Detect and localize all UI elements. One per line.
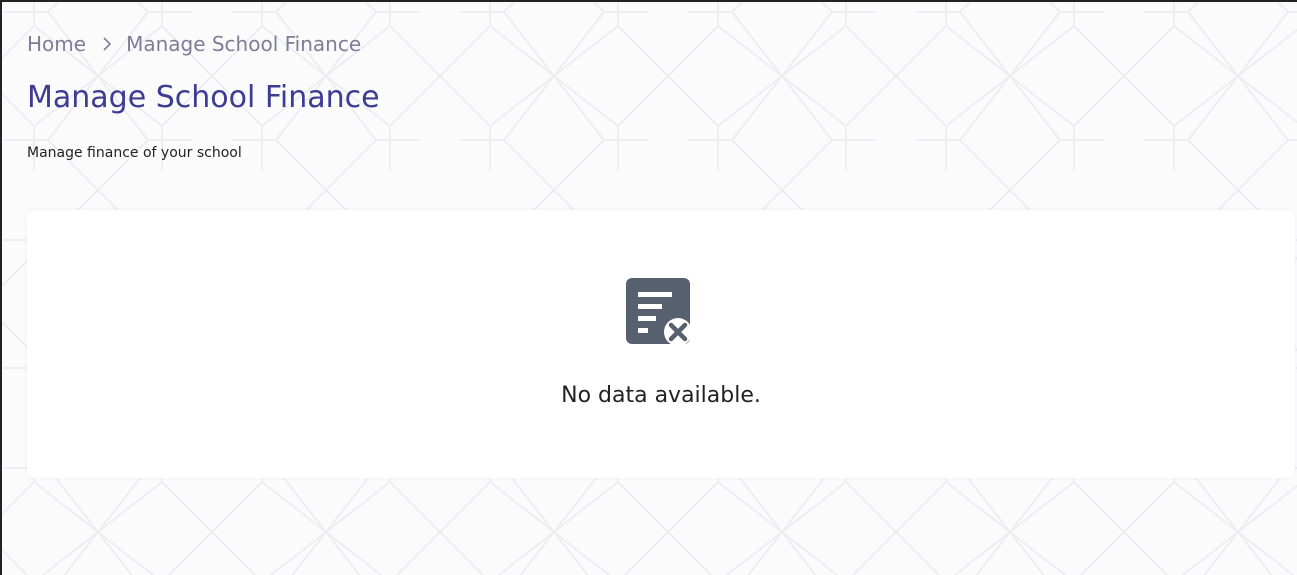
page-subtitle: Manage finance of your school bbox=[27, 145, 242, 161]
chevron-right-icon bbox=[102, 36, 112, 52]
breadcrumb: Home Manage School Finance bbox=[27, 31, 361, 57]
page-title: Manage School Finance bbox=[27, 80, 380, 115]
empty-state-message: No data available. bbox=[561, 383, 761, 408]
breadcrumb-current: Manage School Finance bbox=[126, 32, 362, 56]
breadcrumb-home-link[interactable]: Home bbox=[27, 32, 86, 56]
no-data-icon bbox=[626, 278, 694, 346]
app-frame: Home Manage School Finance Manage School… bbox=[0, 0, 1297, 575]
empty-state-card: No data available. bbox=[27, 210, 1295, 478]
